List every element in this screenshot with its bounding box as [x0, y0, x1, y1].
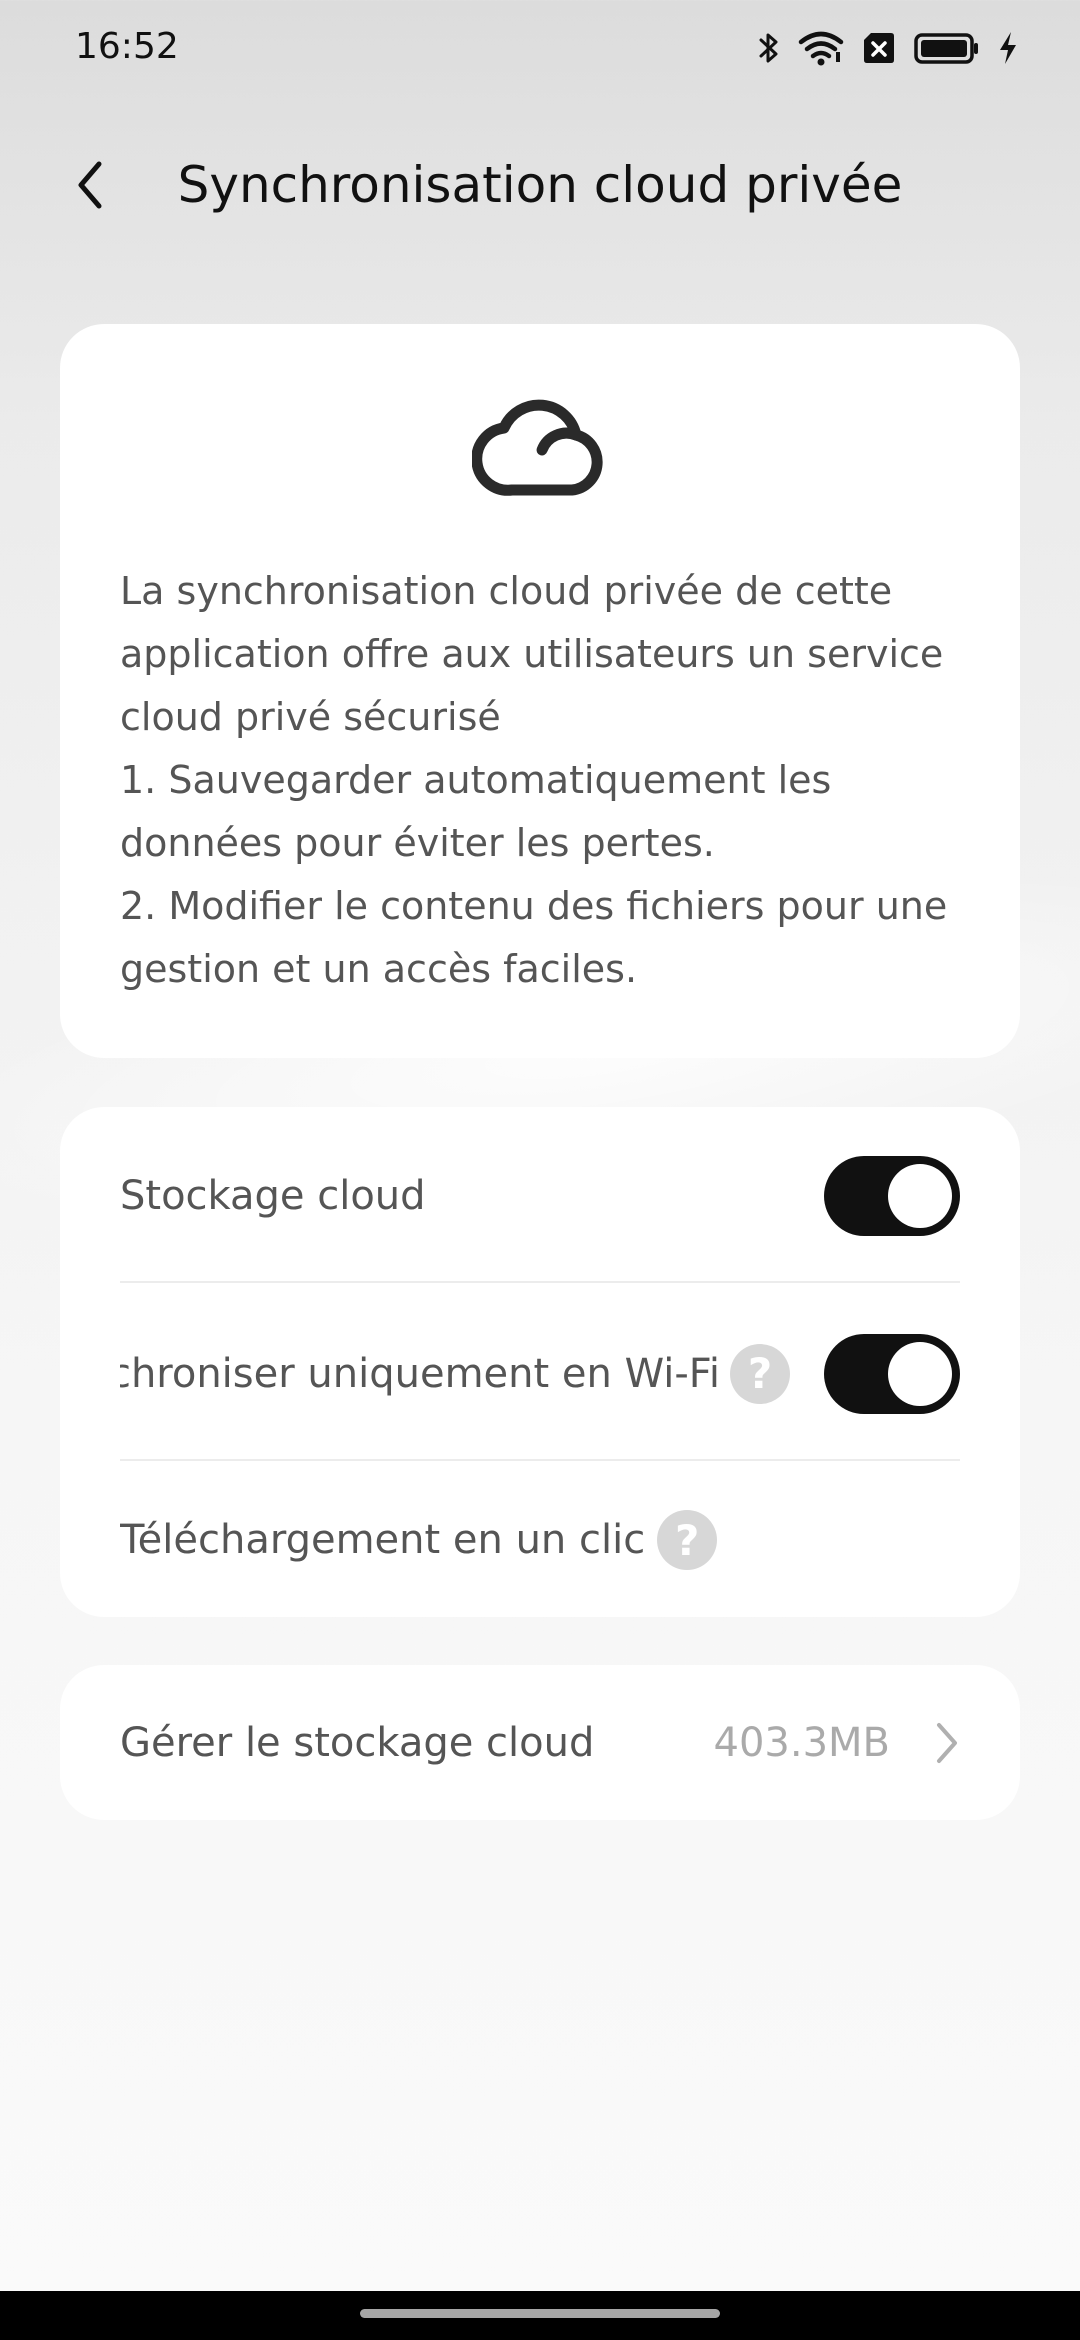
cloud-storage-toggle[interactable]	[824, 1155, 960, 1236]
wifi-only-help-icon[interactable]: ?	[730, 1343, 790, 1404]
wifi-icon	[798, 31, 844, 66]
no-sim-icon	[864, 33, 894, 63]
cloud-icon	[472, 399, 603, 496]
cloud-storage-label: Stockage cloud	[120, 1172, 426, 1219]
toggle-knob	[888, 1163, 952, 1228]
wifi-only-sync-row: Synchroniser uniquement en Wi-Fi ?	[120, 1285, 960, 1462]
bluetooth-icon	[759, 33, 778, 63]
cloud-storage-row: Stockage cloud	[120, 1107, 960, 1284]
header: Synchronisation cloud privée	[0, 140, 1080, 230]
battery-icon	[914, 33, 978, 64]
status-time: 16:52	[75, 26, 179, 67]
settings-card: Stockage cloud Synchroniser uniquement e…	[60, 1107, 1020, 1617]
home-indicator[interactable]	[360, 2309, 720, 2318]
wifi-only-sync-label-wrap: Synchroniser uniquement en Wi-Fi	[120, 1351, 720, 1397]
wifi-only-sync-toggle[interactable]	[824, 1333, 960, 1414]
wifi-only-sync-label: Synchroniser uniquement en Wi-Fi	[120, 1350, 720, 1397]
page-title: Synchronisation cloud privée	[177, 156, 903, 214]
storage-used-value: 403.3MB	[713, 1719, 890, 1766]
one-click-download-label: Téléchargement en un clic	[120, 1517, 646, 1563]
divider	[120, 1281, 960, 1283]
intro-card: La synchronisation cloud privée de cette…	[60, 324, 1020, 1058]
divider	[120, 1459, 960, 1461]
one-click-download-help-icon[interactable]: ?	[657, 1510, 718, 1570]
system-navigation-bar	[0, 2291, 1080, 2340]
manage-cloud-storage-label: Gérer le stockage cloud	[120, 1719, 595, 1766]
intro-description: La synchronisation cloud privée de cette…	[120, 569, 948, 991]
charging-icon	[1000, 32, 1016, 64]
toggle-knob	[888, 1341, 952, 1406]
one-click-download-row[interactable]: Téléchargement en un clic ?	[120, 1463, 960, 1617]
status-bar: 16:52	[0, 0, 1080, 100]
chevron-right-icon	[937, 1723, 957, 1763]
status-icons	[758, 30, 1018, 66]
manage-cloud-storage-row[interactable]: Gérer le stockage cloud 403.3MB	[60, 1665, 1020, 1820]
